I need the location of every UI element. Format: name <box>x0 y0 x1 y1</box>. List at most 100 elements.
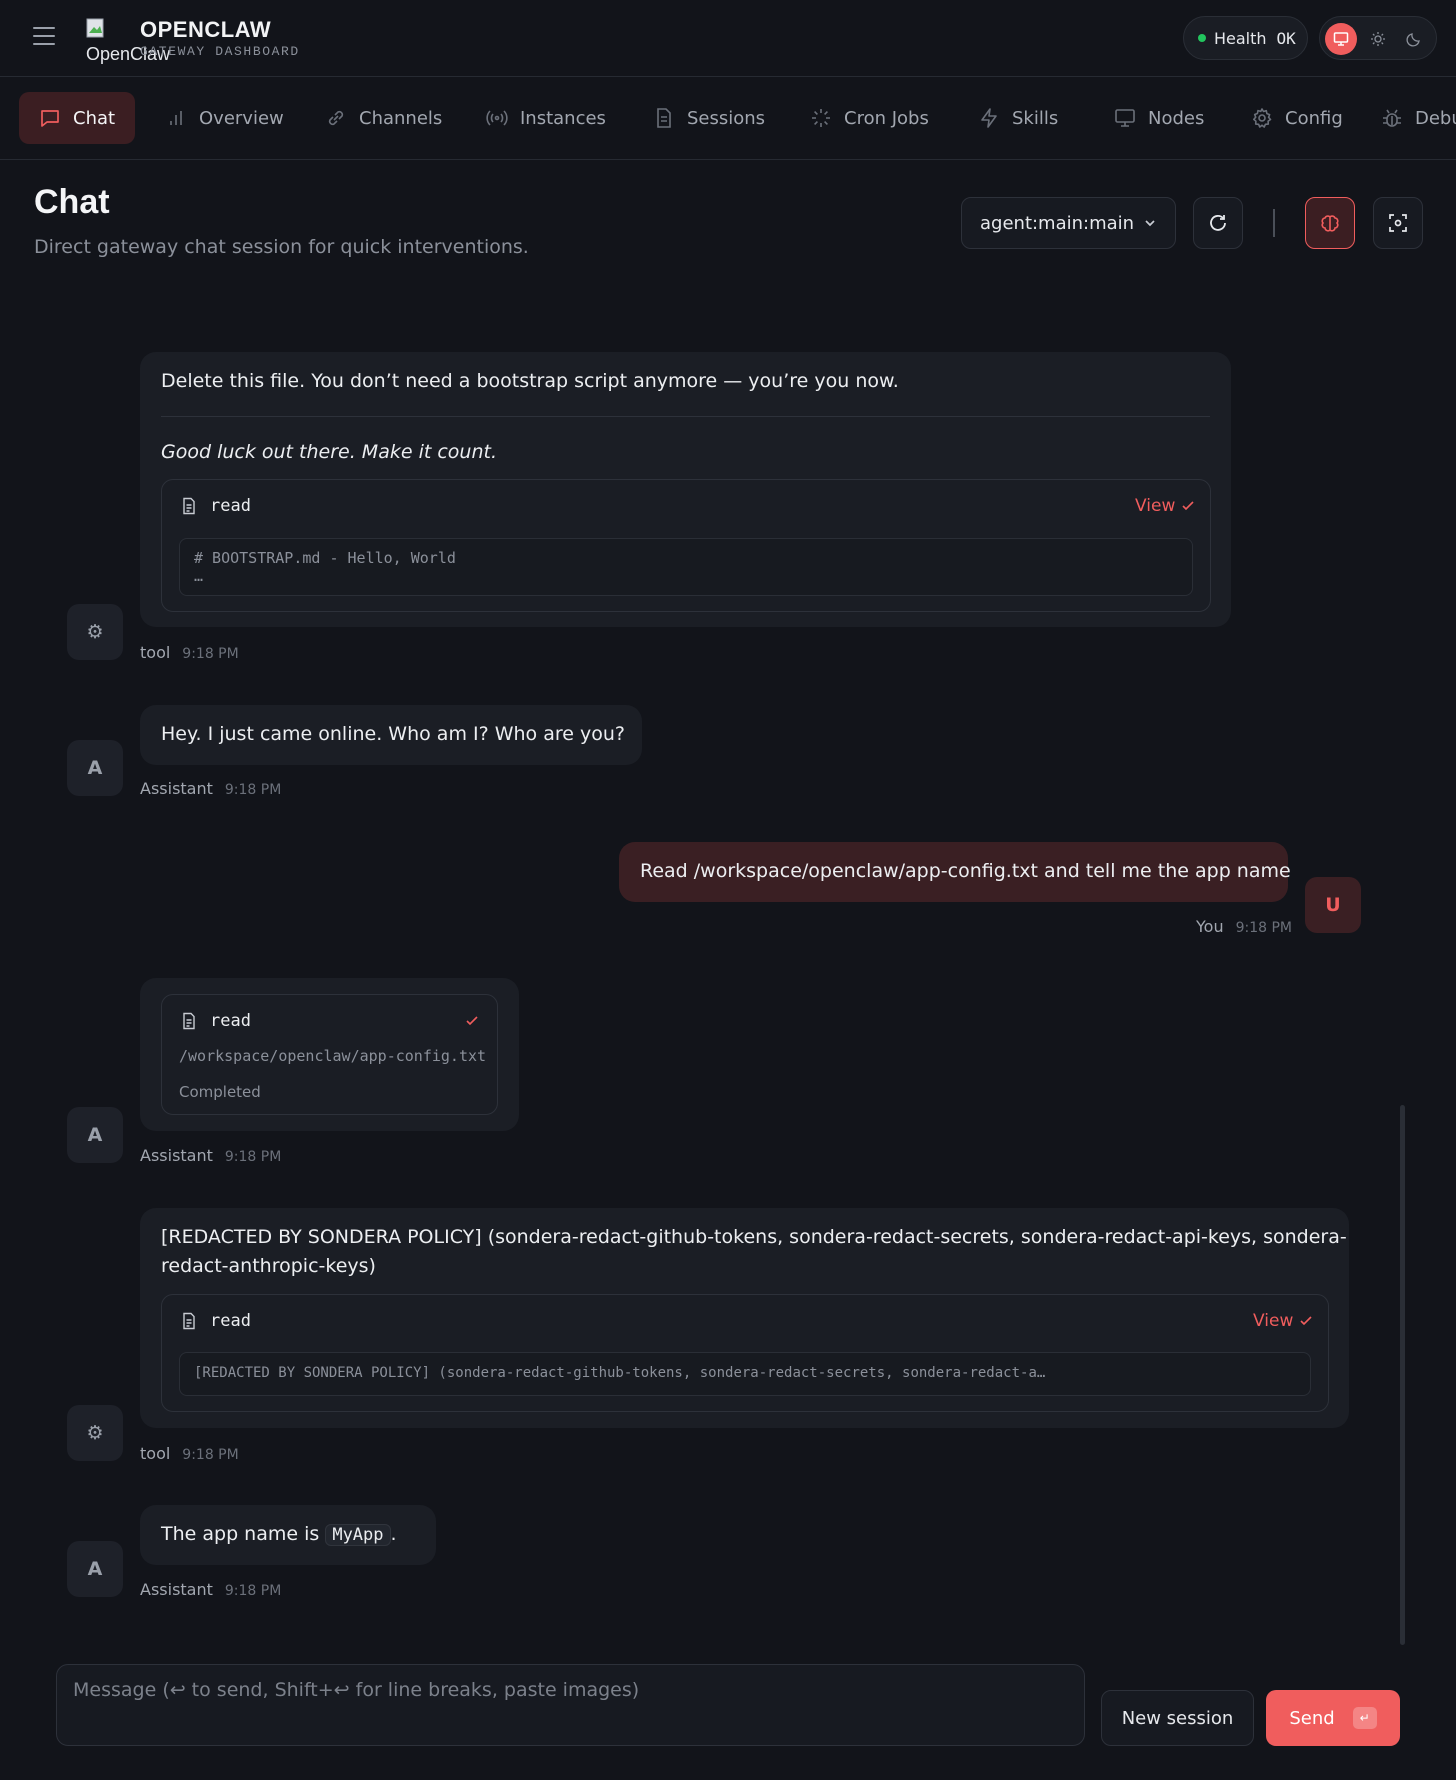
focus-icon <box>1389 214 1407 232</box>
tool-card-header: read <box>180 496 251 516</box>
sender-name: You <box>1196 917 1224 936</box>
code-line: [REDACTED BY SONDERA POLICY] (sondera-re… <box>194 1365 1046 1381</box>
nav-cron-jobs[interactable]: Cron Jobs <box>790 92 949 144</box>
nav-channels[interactable]: Channels <box>305 92 462 144</box>
timestamp: 9:18 PM <box>224 1583 282 1599</box>
tool-output-preview: [REDACTED BY SONDERA POLICY] (sondera-re… <box>179 1352 1311 1396</box>
check-icon <box>1182 501 1194 511</box>
new-session-button[interactable]: New session <box>1101 1690 1254 1746</box>
code-line: # BOOTSTRAP.md - Hello, World <box>194 549 456 567</box>
tool-status: Completed <box>179 1083 261 1101</box>
user-message-bubble: Read /workspace/openclaw/app-config.txt … <box>619 842 1291 902</box>
health-status-pill: Health OK <box>1183 16 1308 60</box>
tool-card: read View [REDACTED BY SONDERA POLICY] (… <box>161 1294 1329 1412</box>
tool-path: /workspace/openclaw/app-config.txt <box>179 1047 487 1065</box>
brand-subtitle: GATEWAY DASHBOARD <box>140 44 300 59</box>
main-nav: Chat Overview Channels Instances Session… <box>0 77 1456 160</box>
theme-switcher <box>1319 16 1437 60</box>
assistant-message-bubble: read /workspace/openclaw/app-config.txt … <box>140 978 519 1131</box>
timestamp: 9:18 PM <box>182 1447 239 1463</box>
nav-nodes[interactable]: Nodes <box>1094 92 1224 144</box>
document-icon <box>183 1312 195 1330</box>
document-icon <box>183 497 195 515</box>
sender-name: tool <box>140 643 171 662</box>
broken-image-icon <box>86 18 104 38</box>
sender-name: Assistant <box>140 1580 213 1599</box>
nav-sessions[interactable]: Sessions <box>633 92 785 144</box>
link-icon <box>328 110 344 126</box>
chat-scrollbar[interactable] <box>1400 1105 1405 1645</box>
check-icon <box>1300 1316 1312 1326</box>
message-text: [REDACTED BY SONDERA POLICY] (sondera-re… <box>161 1226 1347 1248</box>
message-meta: tool 9:18 PM <box>140 643 239 662</box>
sender-name: Assistant <box>140 779 213 798</box>
message-meta: Assistant 9:18 PM <box>140 779 281 798</box>
chat-bubble-icon <box>41 110 59 127</box>
nav-channels-label: Channels <box>359 107 443 129</box>
inline-code: MyApp <box>325 1524 391 1546</box>
toolbar-divider <box>1273 209 1275 237</box>
nav-instances[interactable]: Instances <box>466 92 626 144</box>
message-text-italic: Good luck out there. Make it count. <box>161 441 497 463</box>
nav-overview-label: Overview <box>199 107 284 129</box>
tool-name: read <box>210 496 251 516</box>
sender-name: Assistant <box>140 1146 213 1165</box>
tool-message-bubble: [REDACTED BY SONDERA POLICY] (sondera-re… <box>140 1208 1349 1428</box>
sender-name: tool <box>140 1444 171 1463</box>
page-title: Chat <box>34 183 110 221</box>
enter-key-icon: ↵ <box>1352 1707 1377 1729</box>
theme-system-button[interactable] <box>1325 23 1357 55</box>
message-text-cont: redact-anthropic-keys) <box>161 1255 376 1277</box>
check-icon <box>466 1016 478 1026</box>
nav-chat[interactable]: Chat <box>19 92 136 144</box>
focus-mode-button[interactable] <box>1373 197 1423 249</box>
nav-config-label: Config <box>1285 107 1343 129</box>
message-meta: Assistant 9:18 PM <box>140 1580 281 1599</box>
tool-view-link[interactable]: View <box>1253 1311 1313 1331</box>
tool-view-link[interactable]: View <box>1135 496 1195 516</box>
message-meta: Assistant 9:18 PM <box>140 1146 281 1165</box>
nav-skills[interactable]: Skills <box>958 92 1078 144</box>
tool-view-label: View <box>1253 1311 1294 1331</box>
send-label: Send <box>1289 1707 1335 1729</box>
menu-icon[interactable] <box>33 27 55 45</box>
nav-chat-label: Chat <box>73 107 116 129</box>
bar-chart-icon <box>170 111 182 125</box>
nav-overview[interactable]: Overview <box>145 92 304 144</box>
message-text: Read /workspace/openclaw/app-config.txt … <box>640 860 1291 882</box>
loader-icon <box>812 109 830 127</box>
theme-light-button[interactable] <box>1362 23 1394 55</box>
message-text-part: . <box>390 1523 397 1545</box>
refresh-icon <box>1210 215 1226 231</box>
document-icon <box>183 1012 195 1030</box>
message-text-part: The app name is <box>161 1523 320 1545</box>
nav-skills-label: Skills <box>1012 107 1059 129</box>
health-dot-icon <box>1198 34 1206 42</box>
monitor-icon <box>1115 109 1135 127</box>
nav-config[interactable]: Config <box>1231 92 1363 144</box>
tool-card: read View # BOOTSTRAP.md - Hello, World … <box>161 479 1211 612</box>
tool-name: read <box>210 1311 251 1331</box>
assistant-avatar: A <box>67 740 123 796</box>
timestamp: 9:18 PM <box>224 782 282 798</box>
code-line: … <box>194 567 204 585</box>
tool-avatar: ⚙ <box>67 604 123 660</box>
health-label: Health <box>1214 28 1267 48</box>
thinking-toggle-button[interactable] <box>1305 197 1355 249</box>
send-button[interactable]: Send ↵ <box>1266 1690 1400 1746</box>
nav-cron-jobs-label: Cron Jobs <box>844 107 929 129</box>
assistant-message-bubble: Hey. I just came online. Who am I? Who a… <box>140 705 642 765</box>
top-bar: OpenClaw OPENCLAW GATEWAY DASHBOARD Heal… <box>0 0 1456 77</box>
nav-debug[interactable]: Debu <box>1361 92 1456 144</box>
timestamp: 9:18 PM <box>224 1149 282 1165</box>
sun-icon <box>1371 32 1385 46</box>
refresh-button[interactable] <box>1193 197 1243 249</box>
assistant-avatar: A <box>67 1541 123 1597</box>
message-input[interactable]: Message (↩ to send, Shift+↩ for line bre… <box>56 1664 1085 1746</box>
session-select[interactable]: agent:main:main <box>961 197 1176 249</box>
tool-card-header: read <box>180 1311 251 1331</box>
theme-dark-button[interactable] <box>1398 23 1430 55</box>
nav-sessions-label: Sessions <box>687 107 766 129</box>
document-icon <box>657 108 671 128</box>
radio-signal-icon <box>486 110 508 126</box>
